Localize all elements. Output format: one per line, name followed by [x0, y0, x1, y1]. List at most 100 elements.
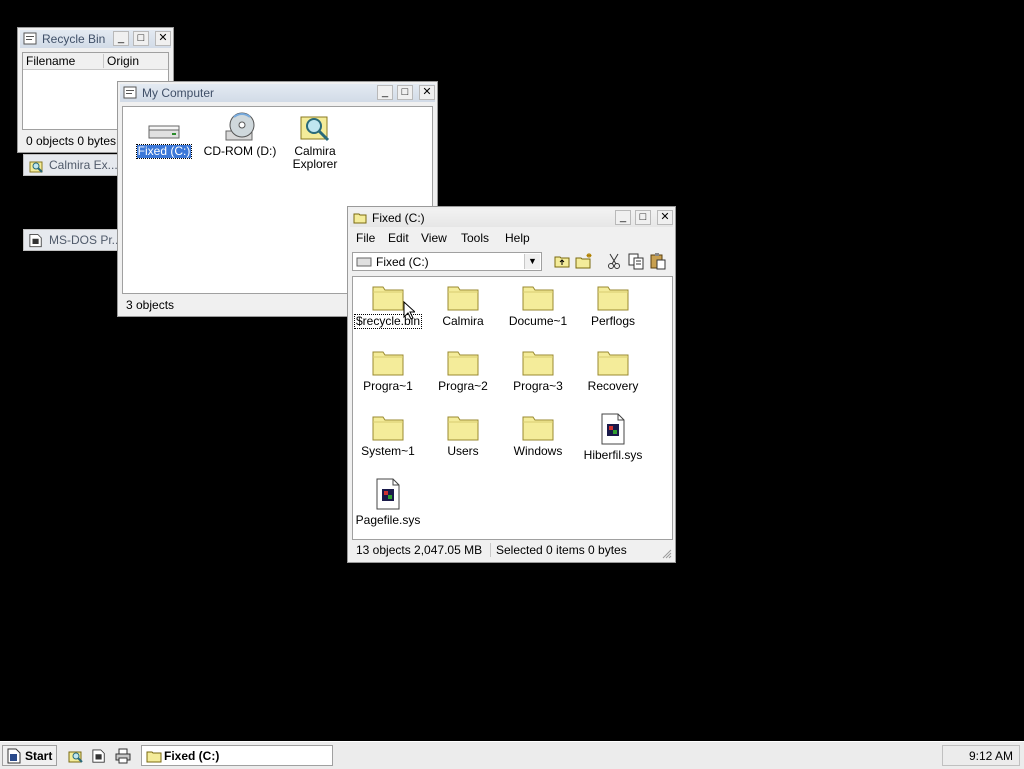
folder-icon [146, 751, 162, 763]
menu-help[interactable]: Help [505, 231, 530, 245]
minimized-calmira-label: Calmira Ex... [49, 158, 118, 172]
minimize-icon[interactable]: _ [615, 210, 631, 225]
folder-icon [372, 351, 404, 376]
fixed-c-menubar: File Edit View Tools Help [350, 229, 673, 247]
new-folder-icon[interactable] [574, 251, 594, 271]
hard-drive-icon [356, 257, 372, 267]
drive-cdrom-d-label: CD-ROM (D:) [203, 144, 277, 158]
fixed-c-toolbar: Fixed (C:) ▼ [350, 251, 673, 273]
explorer-icon [29, 161, 43, 173]
column-header-filename[interactable]: Filename [26, 54, 75, 68]
explorer-icon[interactable] [68, 748, 84, 764]
close-icon[interactable]: ✕ [657, 210, 673, 225]
close-icon[interactable]: ✕ [155, 31, 171, 46]
file-icon [376, 478, 400, 510]
folder-item[interactable]: Docume~1 [500, 283, 576, 328]
clock[interactable]: 9:12 AM [969, 749, 1013, 763]
column-header-origin[interactable]: Origin [107, 54, 139, 68]
item-label: Windows [513, 444, 563, 458]
minimized-calmira-explorer[interactable]: Calmira Ex... [23, 154, 118, 176]
maximize-icon[interactable]: □ [133, 31, 149, 46]
hard-drive-icon [148, 125, 180, 139]
minimized-msdos-label: MS-DOS Pr... [49, 233, 122, 247]
item-label: Perflogs [590, 314, 636, 328]
fixed-c-window[interactable]: Fixed (C:) _ □ ✕ File Edit View Tools He… [347, 206, 676, 563]
drive-select-value: Fixed (C:) [376, 255, 429, 269]
up-folder-icon[interactable] [552, 251, 572, 271]
fixed-c-titlebar[interactable]: Fixed (C:) _ □ ✕ [350, 209, 673, 227]
resize-grip-icon[interactable] [660, 547, 672, 559]
file-item[interactable]: Pagefile.sys [350, 478, 426, 527]
mouse-cursor-icon [403, 301, 415, 320]
app-icon [23, 32, 37, 45]
fixed-c-status-left: 13 objects 2,047.05 MB [356, 543, 483, 557]
my-computer-title: My Computer [142, 86, 215, 100]
folder-icon [447, 416, 479, 441]
calmira-explorer-shortcut[interactable]: Calmira Explorer [277, 111, 353, 171]
maximize-icon[interactable]: □ [635, 210, 651, 225]
item-label: Users [447, 444, 479, 458]
fixed-c-content[interactable]: $recycle.bin Calmira Docume~1 Perflogs Progr… [352, 276, 673, 540]
item-label: Hiberfil.sys [583, 448, 643, 462]
paste-icon[interactable] [648, 251, 668, 271]
recycle-bin-title: Recycle Bin [42, 32, 106, 46]
recycle-bin-titlebar[interactable]: Recycle Bin _ □ ✕ [20, 30, 171, 48]
folder-item[interactable]: Progra~1 [350, 348, 426, 393]
folder-icon [447, 286, 479, 311]
maximize-icon[interactable]: □ [397, 85, 413, 100]
cut-icon[interactable] [604, 251, 624, 271]
system-tray: 9:12 AM [942, 745, 1020, 766]
calmira-explorer-label-line2: Explorer [292, 157, 338, 171]
folder-icon [522, 286, 554, 311]
start-icon [7, 748, 21, 764]
folder-icon [372, 416, 404, 441]
taskbar-task-fixed-c[interactable]: Fixed (C:) [141, 745, 333, 766]
folder-icon [353, 213, 367, 224]
drive-fixed-c[interactable]: Fixed (C:) [126, 123, 202, 159]
fixed-c-status-right: Selected 0 items 0 bytes [496, 543, 627, 557]
msdos-icon [29, 233, 42, 248]
printer-icon[interactable] [115, 748, 131, 764]
item-label: Recovery [587, 379, 639, 393]
folder-item[interactable]: System~1 [350, 413, 426, 458]
close-icon[interactable]: ✕ [419, 85, 435, 100]
start-label: Start [25, 749, 53, 763]
folder-item[interactable]: Progra~3 [500, 348, 576, 393]
msdos-icon[interactable] [92, 748, 106, 764]
recycle-bin-status: 0 objects 0 bytes [26, 134, 117, 148]
status-divider [490, 543, 491, 557]
file-grid: $recycle.bin Calmira Docume~1 Perflogs Progr… [353, 277, 672, 539]
start-button[interactable]: Start [2, 745, 57, 766]
folder-item[interactable]: Users [425, 413, 501, 458]
minimize-icon[interactable]: _ [113, 31, 129, 46]
my-computer-status: 3 objects [126, 298, 175, 312]
menu-view[interactable]: View [421, 231, 447, 245]
menu-file[interactable]: File [356, 231, 375, 245]
drive-cdrom-d[interactable]: CD-ROM (D:) [202, 111, 278, 158]
menu-edit[interactable]: Edit [388, 231, 409, 245]
dropdown-arrow-icon[interactable]: ▼ [524, 254, 540, 269]
folder-icon [522, 416, 554, 441]
item-label: System~1 [361, 444, 415, 458]
my-computer-titlebar[interactable]: My Computer _ □ ✕ [120, 84, 435, 102]
folder-icon [447, 351, 479, 376]
item-label: Calmira [442, 314, 484, 328]
menu-tools[interactable]: Tools [461, 231, 489, 245]
drive-fixed-c-label: Fixed (C:) [135, 144, 193, 159]
folder-item[interactable]: Recovery [575, 348, 651, 393]
drive-select[interactable]: Fixed (C:) ▼ [352, 252, 542, 271]
folder-item[interactable]: Calmira [425, 283, 501, 328]
folder-icon [597, 351, 629, 376]
folder-item[interactable]: Progra~2 [425, 348, 501, 393]
cdrom-icon [225, 112, 255, 141]
minimize-icon[interactable]: _ [377, 85, 393, 100]
taskbar: Start Fixed (C:) 9:12 AM [0, 741, 1024, 769]
item-label: Progra~1 [363, 379, 413, 393]
file-item[interactable]: Hiberfil.sys [575, 413, 651, 462]
file-icon [601, 413, 625, 445]
copy-icon[interactable] [626, 251, 646, 271]
folder-item[interactable]: Windows [500, 413, 576, 458]
explorer-icon [300, 116, 330, 142]
folder-item[interactable]: Perflogs [575, 283, 651, 328]
minimized-msdos-prompt[interactable]: MS-DOS Pr... [23, 229, 122, 251]
